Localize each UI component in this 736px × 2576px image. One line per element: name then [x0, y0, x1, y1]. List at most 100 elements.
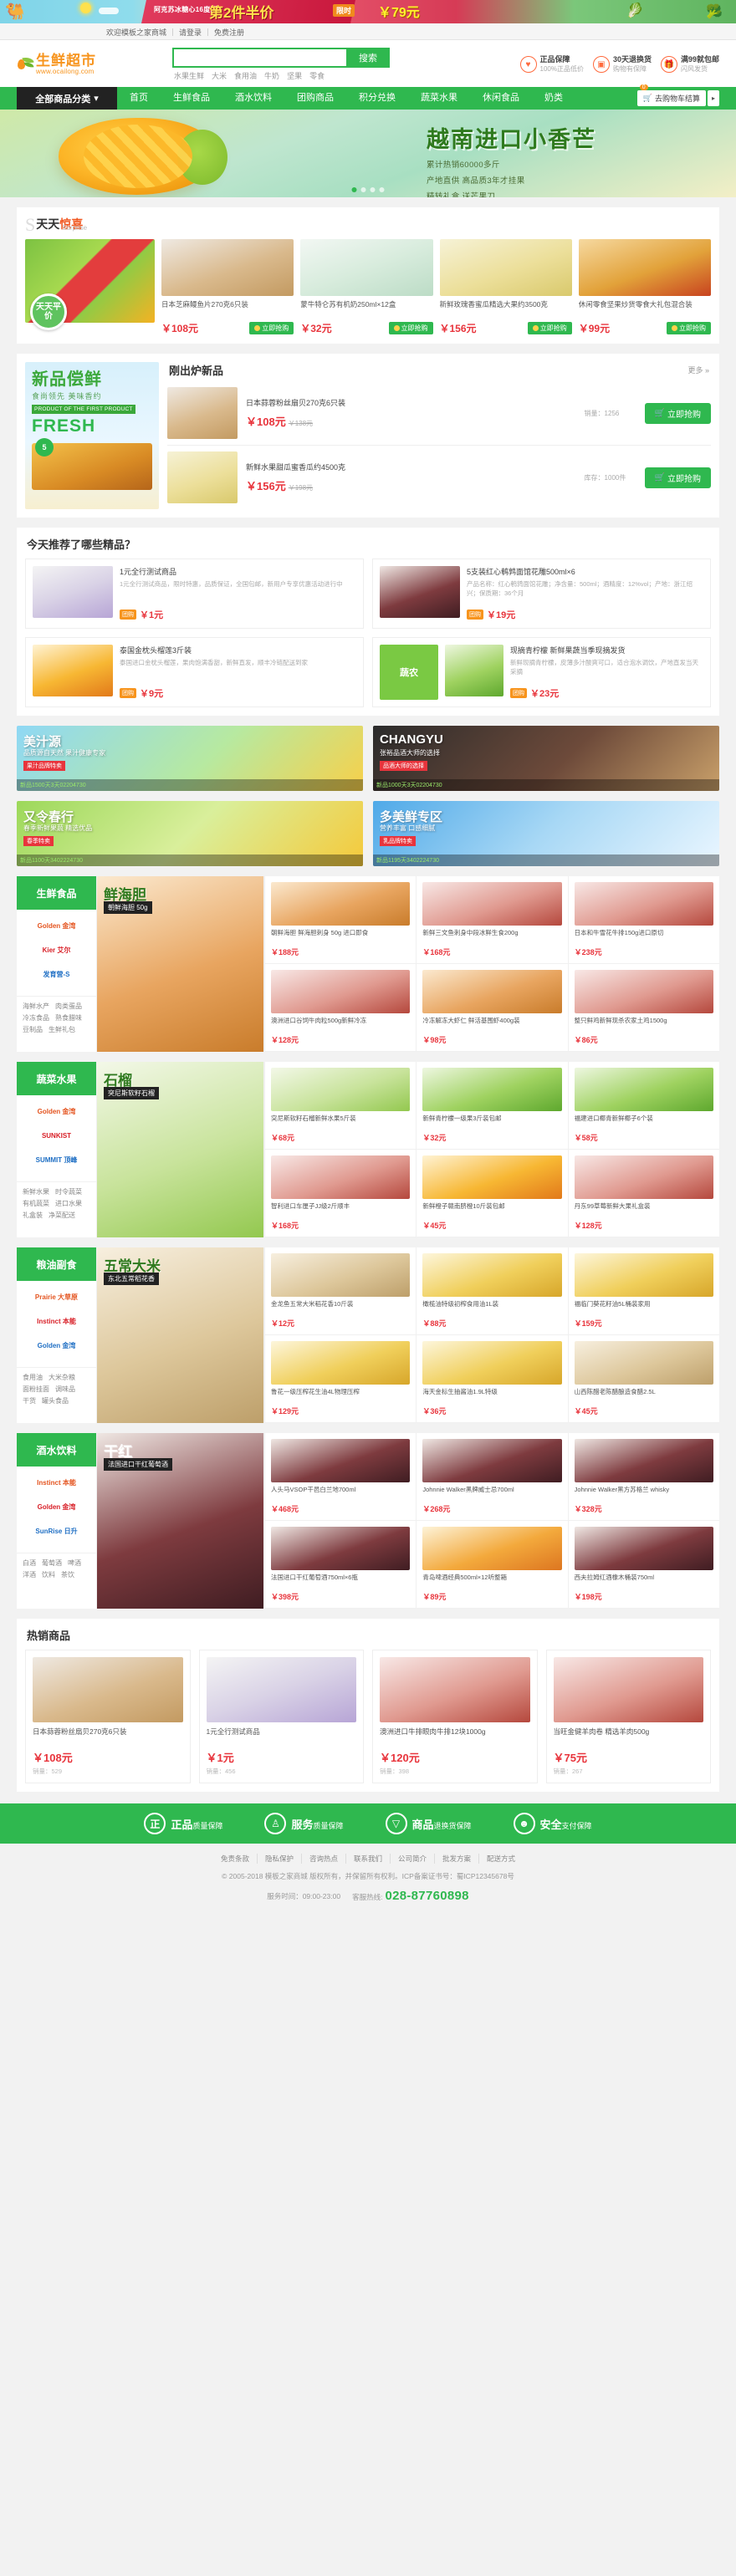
- footer-link-3[interactable]: 联系我们: [346, 1854, 391, 1864]
- ad-banner-dairy[interactable]: 多美鲜专区 营养丰富 口感细腻 乳品牌特卖 新品1195天3402224730: [373, 801, 719, 866]
- top-promo-banner[interactable]: 🐫 阿克苏冰糖心16度甜 第2件半价 限时 ￥79元 🥬 🥦: [0, 0, 736, 23]
- carousel-dot-0[interactable]: [351, 187, 357, 192]
- surprise-product-0[interactable]: 日本芝麻鳗鱼片270克6只装 ￥108元 立即抢购: [161, 239, 294, 335]
- category-product-0[interactable]: 人头马VSOP干邑白兰地700ml ￥468元: [264, 1433, 417, 1521]
- surprise-product-3[interactable]: 休闲零食坚果炒货零食大礼包混合装 ￥99元 立即抢购: [578, 239, 711, 335]
- category-product-5[interactable]: 丹东99草莓新鲜大果礼盒装 ￥128元: [567, 1150, 719, 1237]
- category-product-2[interactable]: 福建进口椰青新鲜椰子6个装 ￥58元: [567, 1062, 719, 1150]
- brand-logo-1[interactable]: Instinct 本能: [20, 1312, 93, 1330]
- ad-banner-juice[interactable]: 美汁源 品质源自天然 果汁健康专家 果汁品牌特卖 新品1500天3天022047…: [17, 726, 363, 791]
- category-product-5[interactable]: 西夫拉姆红酒橡木桶装750ml ￥198元: [567, 1521, 719, 1609]
- category-product-1[interactable]: 新鲜三文鱼刺身中段冰鲜生食200g ￥168元: [416, 876, 568, 964]
- category-product-1[interactable]: 新鲜青柠檬一级果3斤装包邮 ￥32元: [416, 1062, 568, 1150]
- category-product-2[interactable]: 福临门葵花籽油5L桶装家用 ￥159元: [567, 1247, 719, 1335]
- category-feature-image[interactable]: 干红 法国进口干红葡萄酒: [97, 1433, 264, 1609]
- ad-banner-spring[interactable]: 又令春行 春季新鲜果蔬 精选优品 春季特卖 新品1100天3402224730: [17, 801, 363, 866]
- category-link-3[interactable]: 洋酒: [23, 1570, 36, 1579]
- hot-keyword-1[interactable]: 大米: [212, 70, 227, 81]
- buy-now-button[interactable]: 🛒 立即抢购: [644, 467, 711, 488]
- nav-item-produce[interactable]: 蔬菜水果: [408, 87, 470, 110]
- brand-logo-2[interactable]: Golden 金湾: [20, 1336, 93, 1354]
- category-product-4[interactable]: 冷冻解冻大虾仁 鲜活基围虾400g装 ￥98元: [416, 964, 568, 1052]
- category-link-1[interactable]: 大米杂粮: [49, 1373, 75, 1382]
- hero-carousel-dots[interactable]: [351, 187, 385, 192]
- new-section-more-link[interactable]: 更多 »: [687, 365, 709, 375]
- brand-logo-0[interactable]: Instinct 本能: [20, 1473, 93, 1492]
- footer-link-4[interactable]: 公司简介: [391, 1854, 436, 1864]
- ad-banner-wine[interactable]: CHANGYU 张裕品酒大师的选择 品酒大师的选择 新品1000天3天02204…: [373, 726, 719, 791]
- nav-item-group[interactable]: 团购商品: [284, 87, 346, 110]
- all-categories-button[interactable]: 全部商品分类 ▾: [17, 87, 117, 110]
- category-link-1[interactable]: 肉类蛋品: [55, 1002, 82, 1011]
- hot-keyword-0[interactable]: 水果生鲜: [174, 70, 204, 81]
- category-link-5[interactable]: 茶饮: [61, 1570, 74, 1579]
- buy-now-button[interactable]: 🛒 立即抢购: [644, 402, 711, 424]
- carousel-dot-1[interactable]: [360, 187, 366, 192]
- surprise-product-2[interactable]: 新鲜玫瑰香蜜瓜精选大果约3500克 ￥156元 立即抢购: [439, 239, 572, 335]
- hot-keyword-4[interactable]: 坚果: [287, 70, 302, 81]
- checkout-cart-button[interactable]: 🛒 去购物车结算: [636, 90, 706, 106]
- brand-logo-2[interactable]: SUMMIT 顶峰: [20, 1150, 93, 1169]
- category-product-2[interactable]: 日本和牛雪花牛排150g进口原切 ￥238元: [567, 876, 719, 964]
- nav-item-snacks[interactable]: 休闲食品: [470, 87, 532, 110]
- nav-item-home[interactable]: 首页: [117, 87, 161, 110]
- hot-keyword-5[interactable]: 零食: [309, 70, 325, 81]
- category-product-4[interactable]: 新鲜橙子赣南脐橙10斤装包邮 ￥45元: [416, 1150, 568, 1237]
- recommend-card-3[interactable]: 蔬农 现摘青柠檬 新鲜果蔬当季现摘发货 新鲜现摘青柠檬，皮薄多汁酸爽可口，适合泡…: [372, 637, 711, 707]
- brand-logo-1[interactable]: Golden 金湾: [20, 1497, 93, 1516]
- new-product-item-1[interactable]: 新鲜水果甜瓜蜜香瓜约4500克 ￥156元 ￥198元 库存：1000件 🛒 立即抢…: [167, 446, 711, 509]
- util-link-register[interactable]: 免费注册: [208, 27, 250, 38]
- category-product-4[interactable]: 海天金标生抽酱油1.9L特级 ￥36元: [416, 1335, 568, 1423]
- brand-logo-0[interactable]: Prairie 大草原: [20, 1288, 93, 1306]
- category-link-2[interactable]: 有机蔬菜: [23, 1199, 49, 1208]
- category-product-2[interactable]: Johnnie Walker黑方苏格兰 whisky ￥328元: [567, 1433, 719, 1521]
- category-product-5[interactable]: 整只鲜鸡新鲜现杀农家土鸡1500g ￥86元: [567, 964, 719, 1052]
- category-link-0[interactable]: 新鲜水果: [23, 1187, 49, 1196]
- nav-item-dairy[interactable]: 奶类: [532, 87, 575, 110]
- category-link-5[interactable]: 净菜配送: [49, 1211, 75, 1220]
- category-link-4[interactable]: 豆制品: [23, 1025, 43, 1034]
- category-link-0[interactable]: 食用油: [23, 1373, 43, 1382]
- category-feature-image[interactable]: 石榴 突尼斯软籽石榴: [97, 1062, 264, 1237]
- carousel-dot-2[interactable]: [370, 187, 376, 192]
- category-product-1[interactable]: Johnnie Walker黑牌威士忌700ml ￥268元: [416, 1433, 568, 1521]
- buy-now-button[interactable]: 立即抢购: [249, 322, 294, 334]
- category-product-5[interactable]: 山西陈醋老陈醋酿造食醋2.5L ￥45元: [567, 1335, 719, 1423]
- category-link-1[interactable]: 葡萄酒: [42, 1558, 62, 1568]
- nav-item-drinks[interactable]: 酒水饮料: [222, 87, 284, 110]
- category-product-0[interactable]: 金龙鱼五常大米稻花香10斤装 ￥12元: [264, 1247, 417, 1335]
- category-link-2[interactable]: 啤酒: [68, 1558, 81, 1568]
- category-product-3[interactable]: 鲁花一级压榨花生油4L物理压榨 ￥129元: [264, 1335, 417, 1423]
- brand-logo-0[interactable]: Golden 金湾: [20, 1102, 93, 1120]
- category-link-5[interactable]: 生鲜礼包: [49, 1025, 75, 1034]
- category-product-0[interactable]: 突尼斯软籽石榴新鲜水果5斤装 ￥68元: [264, 1062, 417, 1150]
- category-product-1[interactable]: 橄榄油特级初榨食用油1L装 ￥88元: [416, 1247, 568, 1335]
- footer-link-2[interactable]: 咨询热点: [302, 1854, 346, 1864]
- category-link-3[interactable]: 熟食腊味: [55, 1013, 82, 1023]
- footer-link-5[interactable]: 批发方案: [435, 1854, 480, 1864]
- nav-item-fresh[interactable]: 生鲜食品: [161, 87, 222, 110]
- buy-now-button[interactable]: 立即抢购: [527, 322, 572, 334]
- footer-link-1[interactable]: 隐私保护: [258, 1854, 302, 1864]
- surprise-feature-image[interactable]: 天天平价: [25, 239, 155, 335]
- category-product-0[interactable]: 朝鲜海胆 鲜海胆刺身 50g 进口即食 ￥188元: [264, 876, 417, 964]
- category-link-5[interactable]: 罐头食品: [42, 1396, 69, 1405]
- category-product-3[interactable]: 法国进口干红葡萄酒750ml×6瓶 ￥398元: [264, 1521, 417, 1609]
- hot-keyword-2[interactable]: 食用油: [234, 70, 257, 81]
- recommend-card-1[interactable]: 5支装红心鹌鹑面馆花雕500ml×6 产品名称：红心鹌鹑面馆花雕；净含量：500…: [372, 559, 711, 629]
- new-product-item-0[interactable]: 日本蒜蓉粉丝扇贝270克6只装 ￥108元 ￥138元 销量：1256 🛒 立即抢购: [167, 381, 711, 446]
- category-link-2[interactable]: 冷冻食品: [23, 1013, 49, 1023]
- brand-logo-0[interactable]: Golden 金湾: [20, 916, 93, 935]
- hot-keyword-3[interactable]: 牛奶: [264, 70, 279, 81]
- category-link-1[interactable]: 时令蔬菜: [55, 1187, 82, 1196]
- category-link-2[interactable]: 面粉挂面: [23, 1385, 49, 1394]
- new-product-banner[interactable]: 新品偿鲜 食尚领先 美味香约 PRODUCT OF THE FIRST PROD…: [25, 362, 159, 509]
- brand-logo-1[interactable]: SUNKIST: [20, 1126, 93, 1145]
- util-link-0[interactable]: 欢迎模板之家商城: [100, 27, 172, 38]
- carousel-dot-3[interactable]: [379, 187, 385, 192]
- recommend-card-2[interactable]: 泰国金枕头榴莲3斤装 泰国进口金枕头榴莲，果肉饱满香甜，新鲜直发，顺丰冷链配送到…: [25, 637, 364, 707]
- recommend-card-0[interactable]: 1元全行测试商品 1元全行测试商品，限时特惠，品质保证，全国包邮，新用户专享优惠…: [25, 559, 364, 629]
- brand-logo-1[interactable]: Kier 艾尔: [20, 941, 93, 959]
- category-feature-image[interactable]: 鲜海胆 朝鲜海胆 50g: [97, 876, 264, 1052]
- hot-product-0[interactable]: 日本蒜蓉粉丝扇贝270克6只装 ￥108元 销量：529: [25, 1650, 191, 1783]
